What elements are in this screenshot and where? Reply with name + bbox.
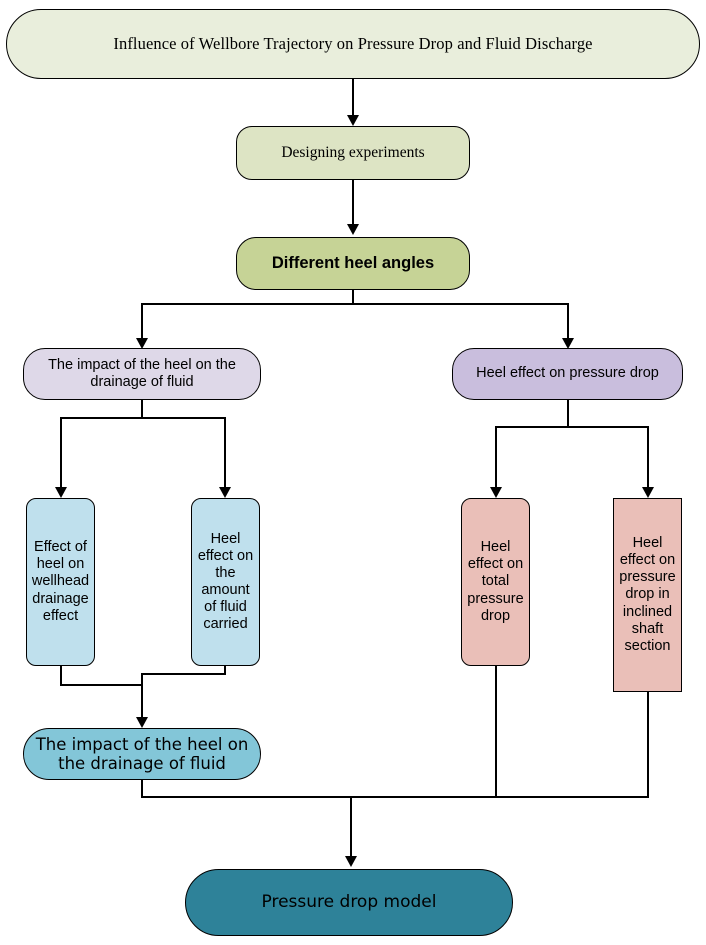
edge-branch-right-split-bar bbox=[495, 426, 649, 428]
arrowhead-branch-right-to-leaf4 bbox=[641, 487, 654, 498]
arrowhead-to-merge-left bbox=[135, 717, 148, 728]
edge-merge-left-stem bbox=[141, 673, 143, 722]
node-branch-heel-drainage-label: The impact of the heel on the drainage o… bbox=[48, 356, 236, 390]
flowchart-canvas: Influence of Wellbore Trajectory on Pres… bbox=[0, 0, 706, 945]
edge-branch-left-split-bar bbox=[60, 417, 226, 419]
node-merge-heel-drainage[interactable]: The impact of the heel on the drainage o… bbox=[23, 728, 261, 780]
arrowhead-root-to-design bbox=[346, 115, 359, 126]
node-branch-heel-pressure-drop-label: Heel effect on pressure drop bbox=[476, 365, 659, 382]
edge-root-to-design bbox=[352, 78, 354, 118]
node-root-title-label: Influence of Wellbore Trajectory on Pres… bbox=[113, 34, 593, 54]
edge-branch-right-to-leaf4 bbox=[647, 426, 649, 490]
node-designing-experiments[interactable]: Designing experiments bbox=[236, 126, 470, 180]
edge-result-merge-bar bbox=[141, 796, 649, 798]
edge-branch-right-stem bbox=[567, 400, 569, 428]
node-leaf-wellhead-drainage-effect[interactable]: Effect of heel on wellhead drainage effe… bbox=[26, 498, 95, 666]
edge-leaf1-down bbox=[60, 666, 62, 686]
node-branch-heel-drainage[interactable]: The impact of the heel on the drainage o… bbox=[23, 348, 261, 400]
node-different-heel-angles-label: Different heel angles bbox=[271, 253, 435, 272]
edge-branch-left-to-leaf2 bbox=[224, 417, 226, 490]
node-leaf-inclined-shaft-section[interactable]: Heel effect on pressure drop in inclined… bbox=[613, 498, 682, 692]
node-leaf-total-pressure-drop-label: Heel effect on total pressure drop bbox=[467, 539, 524, 624]
edge-angles-to-branch-right bbox=[567, 303, 569, 341]
node-root-title[interactable]: Influence of Wellbore Trajectory on Pres… bbox=[6, 9, 700, 79]
arrowhead-branch-left-to-leaf1 bbox=[54, 487, 67, 498]
edge-branch-left-to-leaf1 bbox=[60, 417, 62, 490]
node-leaf-total-pressure-drop[interactable]: Heel effect on total pressure drop bbox=[461, 498, 530, 666]
node-leaf-inclined-shaft-section-label: Heel effect on pressure drop in inclined… bbox=[619, 535, 676, 654]
node-leaf-wellhead-drainage-effect-label: Effect of heel on wellhead drainage effe… bbox=[31, 539, 90, 624]
arrowhead-design-to-angles bbox=[346, 224, 359, 235]
arrowhead-branch-left-to-leaf2 bbox=[218, 487, 231, 498]
node-branch-heel-pressure-drop[interactable]: Heel effect on pressure drop bbox=[452, 348, 683, 400]
node-result-pressure-drop-model[interactable]: Pressure drop model bbox=[185, 869, 513, 936]
node-leaf-amount-of-fluid-carried[interactable]: Heel effect on the amount of fluid carri… bbox=[191, 498, 260, 666]
edge-result-stem bbox=[350, 796, 352, 859]
edge-design-to-angles bbox=[352, 180, 354, 227]
node-different-heel-angles[interactable]: Different heel angles bbox=[236, 237, 470, 290]
node-result-pressure-drop-model-label: Pressure drop model bbox=[261, 892, 437, 913]
edge-leaf3-down bbox=[495, 666, 497, 798]
edge-angles-to-branch-left bbox=[141, 303, 143, 341]
node-leaf-amount-of-fluid-carried-label: Heel effect on the amount of fluid carri… bbox=[197, 530, 254, 633]
edge-leaf4-down bbox=[647, 692, 649, 798]
edge-leaf1-to-merge bbox=[60, 684, 143, 686]
node-designing-experiments-label: Designing experiments bbox=[281, 143, 425, 161]
node-merge-heel-drainage-label: The impact of the heel on the drainage o… bbox=[35, 734, 249, 773]
arrowhead-branch-right-to-leaf3 bbox=[489, 487, 502, 498]
edge-leaf2-to-merge bbox=[142, 673, 226, 675]
edge-branch-right-to-leaf3 bbox=[495, 426, 497, 490]
arrowhead-to-result bbox=[344, 856, 357, 867]
edge-angles-split-bar bbox=[141, 303, 569, 305]
